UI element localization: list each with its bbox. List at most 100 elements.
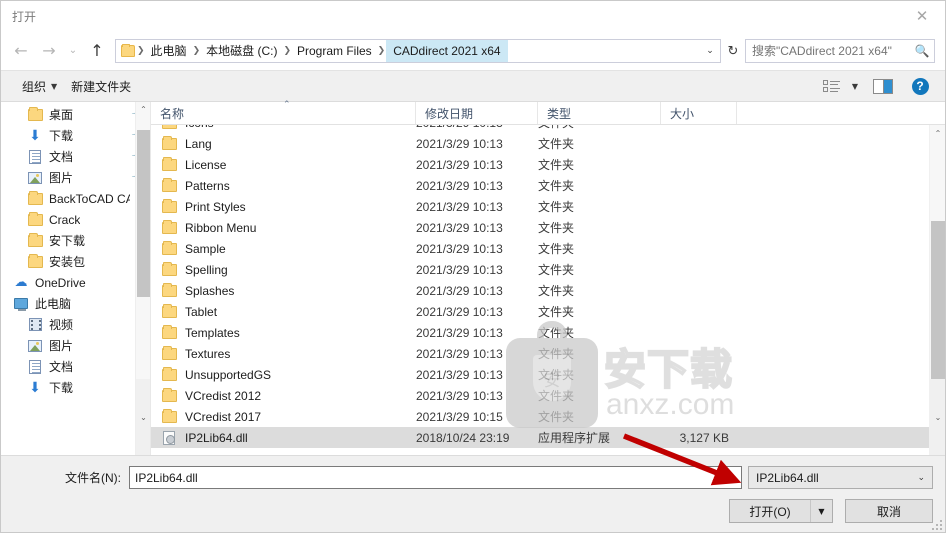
table-row[interactable]: License 2021/3/29 10:13 文件夹 [151, 154, 929, 175]
sidebar-item-3[interactable]: 图片📌 [1, 167, 150, 188]
address-dropdown-icon[interactable]: ⌄ [700, 40, 720, 62]
search-box[interactable]: 🔍 [745, 39, 935, 63]
column-header-name[interactable]: ⌃ 名称 [151, 101, 416, 124]
file-type-filter-select[interactable]: IP2Lib64.dll ⌄ [748, 466, 933, 489]
help-button[interactable]: ? [903, 74, 937, 98]
sidebar-scrollbar[interactable]: ⌃ ⌄ [135, 102, 150, 455]
list-scroll-down-icon[interactable]: ⌄ [930, 379, 945, 455]
sidebar-list: 桌面📌⬇下载📌文档📌图片📌BackToCAD CACrack安下载安装包☁One… [1, 102, 150, 398]
table-row[interactable]: Spelling 2021/3/29 10:13 文件夹 [151, 259, 929, 280]
breadcrumb-separator-0[interactable]: ❯ [136, 46, 146, 56]
download-icon: ⬇ [29, 127, 41, 144]
sidebar-item-label: 文档 [49, 150, 74, 164]
sidebar-item-5[interactable]: Crack [1, 209, 150, 230]
sidebar-item-label: 图片 [49, 339, 74, 353]
sidebar-item-8[interactable]: ☁ OneDrive [1, 272, 150, 293]
view-options-button[interactable] [817, 74, 847, 98]
file-name-label: UnsupportedGS [185, 367, 272, 382]
sidebar-item-11[interactable]: 图片 [1, 335, 150, 356]
column-header-size[interactable]: 大小 [661, 102, 737, 124]
table-row[interactable]: Sample 2021/3/29 10:13 文件夹 [151, 238, 929, 259]
sidebar-item-12[interactable]: 文档 [1, 356, 150, 377]
sidebar-item-2[interactable]: 文档📌 [1, 146, 150, 167]
sidebar-item-0[interactable]: 桌面📌 [1, 104, 150, 125]
table-row[interactable]: Tablet 2021/3/29 10:13 文件夹 [151, 301, 929, 322]
column-header-type[interactable]: 类型 [538, 102, 661, 124]
open-split-button: 打开(O) ▼ [729, 499, 833, 523]
breadcrumb-separator-1[interactable]: ❯ [192, 46, 202, 56]
sidebar-item-10[interactable]: 视频 [1, 314, 150, 335]
sidebar-scroll-up-icon[interactable]: ⌃ [136, 102, 150, 117]
back-icon[interactable]: ← [7, 37, 35, 65]
search-input[interactable] [746, 43, 910, 59]
new-folder-button[interactable]: 新建文件夹 [64, 75, 138, 98]
sidebar-item-label: 此电脑 [35, 297, 72, 311]
sidebar-item-13[interactable]: ⬇ 下载 [1, 377, 150, 398]
sidebar-scroll-thumb[interactable] [137, 130, 150, 297]
sidebar-item-6[interactable]: 安下载 [1, 230, 150, 251]
table-row[interactable]: Splashes 2021/3/29 10:13 文件夹 [151, 280, 929, 301]
file-name-label: Icons [185, 125, 214, 130]
table-row[interactable]: Lang 2021/3/29 10:13 文件夹 [151, 133, 929, 154]
sidebar-item-7[interactable]: 安装包 [1, 251, 150, 272]
sidebar-item-9[interactable]: 此电脑 [1, 293, 150, 314]
breadcrumb-separator-3[interactable]: ❯ [377, 46, 387, 56]
table-row[interactable]: Textures 2021/3/29 10:13 文件夹 [151, 343, 929, 364]
table-row[interactable]: Ribbon Menu 2021/3/29 10:13 文件夹 [151, 217, 929, 238]
column-header-date[interactable]: 修改日期 [416, 102, 538, 124]
address-bar[interactable]: ❯ 此电脑 ❯ 本地磁盘 (C:) ❯ Program Files ❯ CADd… [115, 39, 721, 63]
cell-type: 文件夹 [538, 242, 575, 256]
preview-pane-button[interactable] [863, 74, 903, 98]
cell-date: 2021/3/29 10:13 [416, 325, 503, 340]
table-row[interactable]: Patterns 2021/3/29 10:13 文件夹 [151, 175, 929, 196]
column-header-size-label: 大小 [670, 106, 695, 121]
file-name-label: Patterns [185, 178, 230, 193]
file-list-scrollbar[interactable]: ⌃ ⌄ [929, 125, 945, 455]
resize-grip[interactable] [932, 520, 942, 530]
sidebar-item-4[interactable]: BackToCAD CA [1, 188, 150, 209]
breadcrumb-item-3[interactable]: CADdirect 2021 x64 [386, 40, 508, 62]
breadcrumb-item-1[interactable]: 本地磁盘 (C:) [201, 40, 282, 62]
breadcrumb-item-2[interactable]: Program Files [292, 40, 377, 62]
sidebar-item-label: 下载 [49, 381, 74, 395]
table-row[interactable]: Print Styles 2021/3/29 10:13 文件夹 [151, 196, 929, 217]
sidebar-item-label: OneDrive [35, 275, 86, 290]
sidebar-item-label: 文档 [49, 360, 74, 374]
sidebar-item-1[interactable]: ⬇下载📌 [1, 125, 150, 146]
open-file-dialog: 打开 ✕ ← → ⌄ ↑ ❯ 此电脑 ❯ 本地磁盘 (C:) ❯ Program… [0, 0, 946, 533]
breadcrumb-item-0[interactable]: 此电脑 [146, 40, 192, 62]
table-row[interactable]: Templates 2021/3/29 10:13 文件夹 [151, 322, 929, 343]
view-options-dropdown[interactable]: ▼ [847, 74, 863, 98]
table-row[interactable]: VCredist 2012 2021/3/29 10:13 文件夹 [151, 385, 929, 406]
cell-name: IP2Lib64.dll [151, 430, 416, 446]
table-row[interactable]: IP2Lib64.dll 2018/10/24 23:19 应用程序扩展 3,127 … [151, 427, 929, 448]
table-row[interactable]: VCredist 2017 2021/3/29 10:15 文件夹 [151, 406, 929, 427]
open-button[interactable]: 打开(O) [730, 500, 810, 522]
filename-label: 文件名(N): [65, 471, 121, 485]
forward-icon[interactable]: → [35, 37, 63, 65]
recent-locations-icon[interactable]: ⌄ [63, 37, 83, 65]
file-name-label: Lang [185, 136, 212, 151]
folder-icon [27, 106, 43, 123]
cell-date: 2021/3/29 10:13 [416, 125, 538, 130]
list-scroll-up-icon[interactable]: ⌃ [930, 125, 945, 141]
table-row[interactable]: UnsupportedGS 2021/3/29 10:13 文件夹 [151, 364, 929, 385]
cell-date: 2021/3/29 10:13 [416, 136, 503, 151]
close-icon[interactable]: ✕ [899, 1, 945, 31]
window-title: 打开 [12, 10, 37, 24]
breadcrumb-separator-2[interactable]: ❯ [282, 46, 292, 56]
refresh-icon[interactable]: ↻ [721, 39, 745, 63]
table-row[interactable]: Icons 2021/3/29 10:13文件夹 [151, 125, 929, 133]
sidebar-scroll-down-icon[interactable]: ⌄ [136, 379, 150, 455]
file-name-label: Spelling [185, 262, 228, 277]
cell-date: 2018/10/24 23:19 [416, 430, 510, 445]
open-dropdown-icon[interactable]: ▼ [810, 500, 832, 522]
organize-button[interactable]: 组织 ▼ [15, 75, 64, 98]
cell-date: 2021/3/29 10:15 [416, 409, 503, 424]
filename-input[interactable] [129, 466, 742, 489]
cell-name: Lang [151, 135, 416, 152]
cancel-button[interactable]: 取消 [845, 499, 933, 523]
up-icon[interactable]: ↑ [83, 37, 111, 65]
title-bar: 打开 ✕ [1, 1, 945, 32]
file-name-label: IP2Lib64.dll [185, 430, 248, 445]
